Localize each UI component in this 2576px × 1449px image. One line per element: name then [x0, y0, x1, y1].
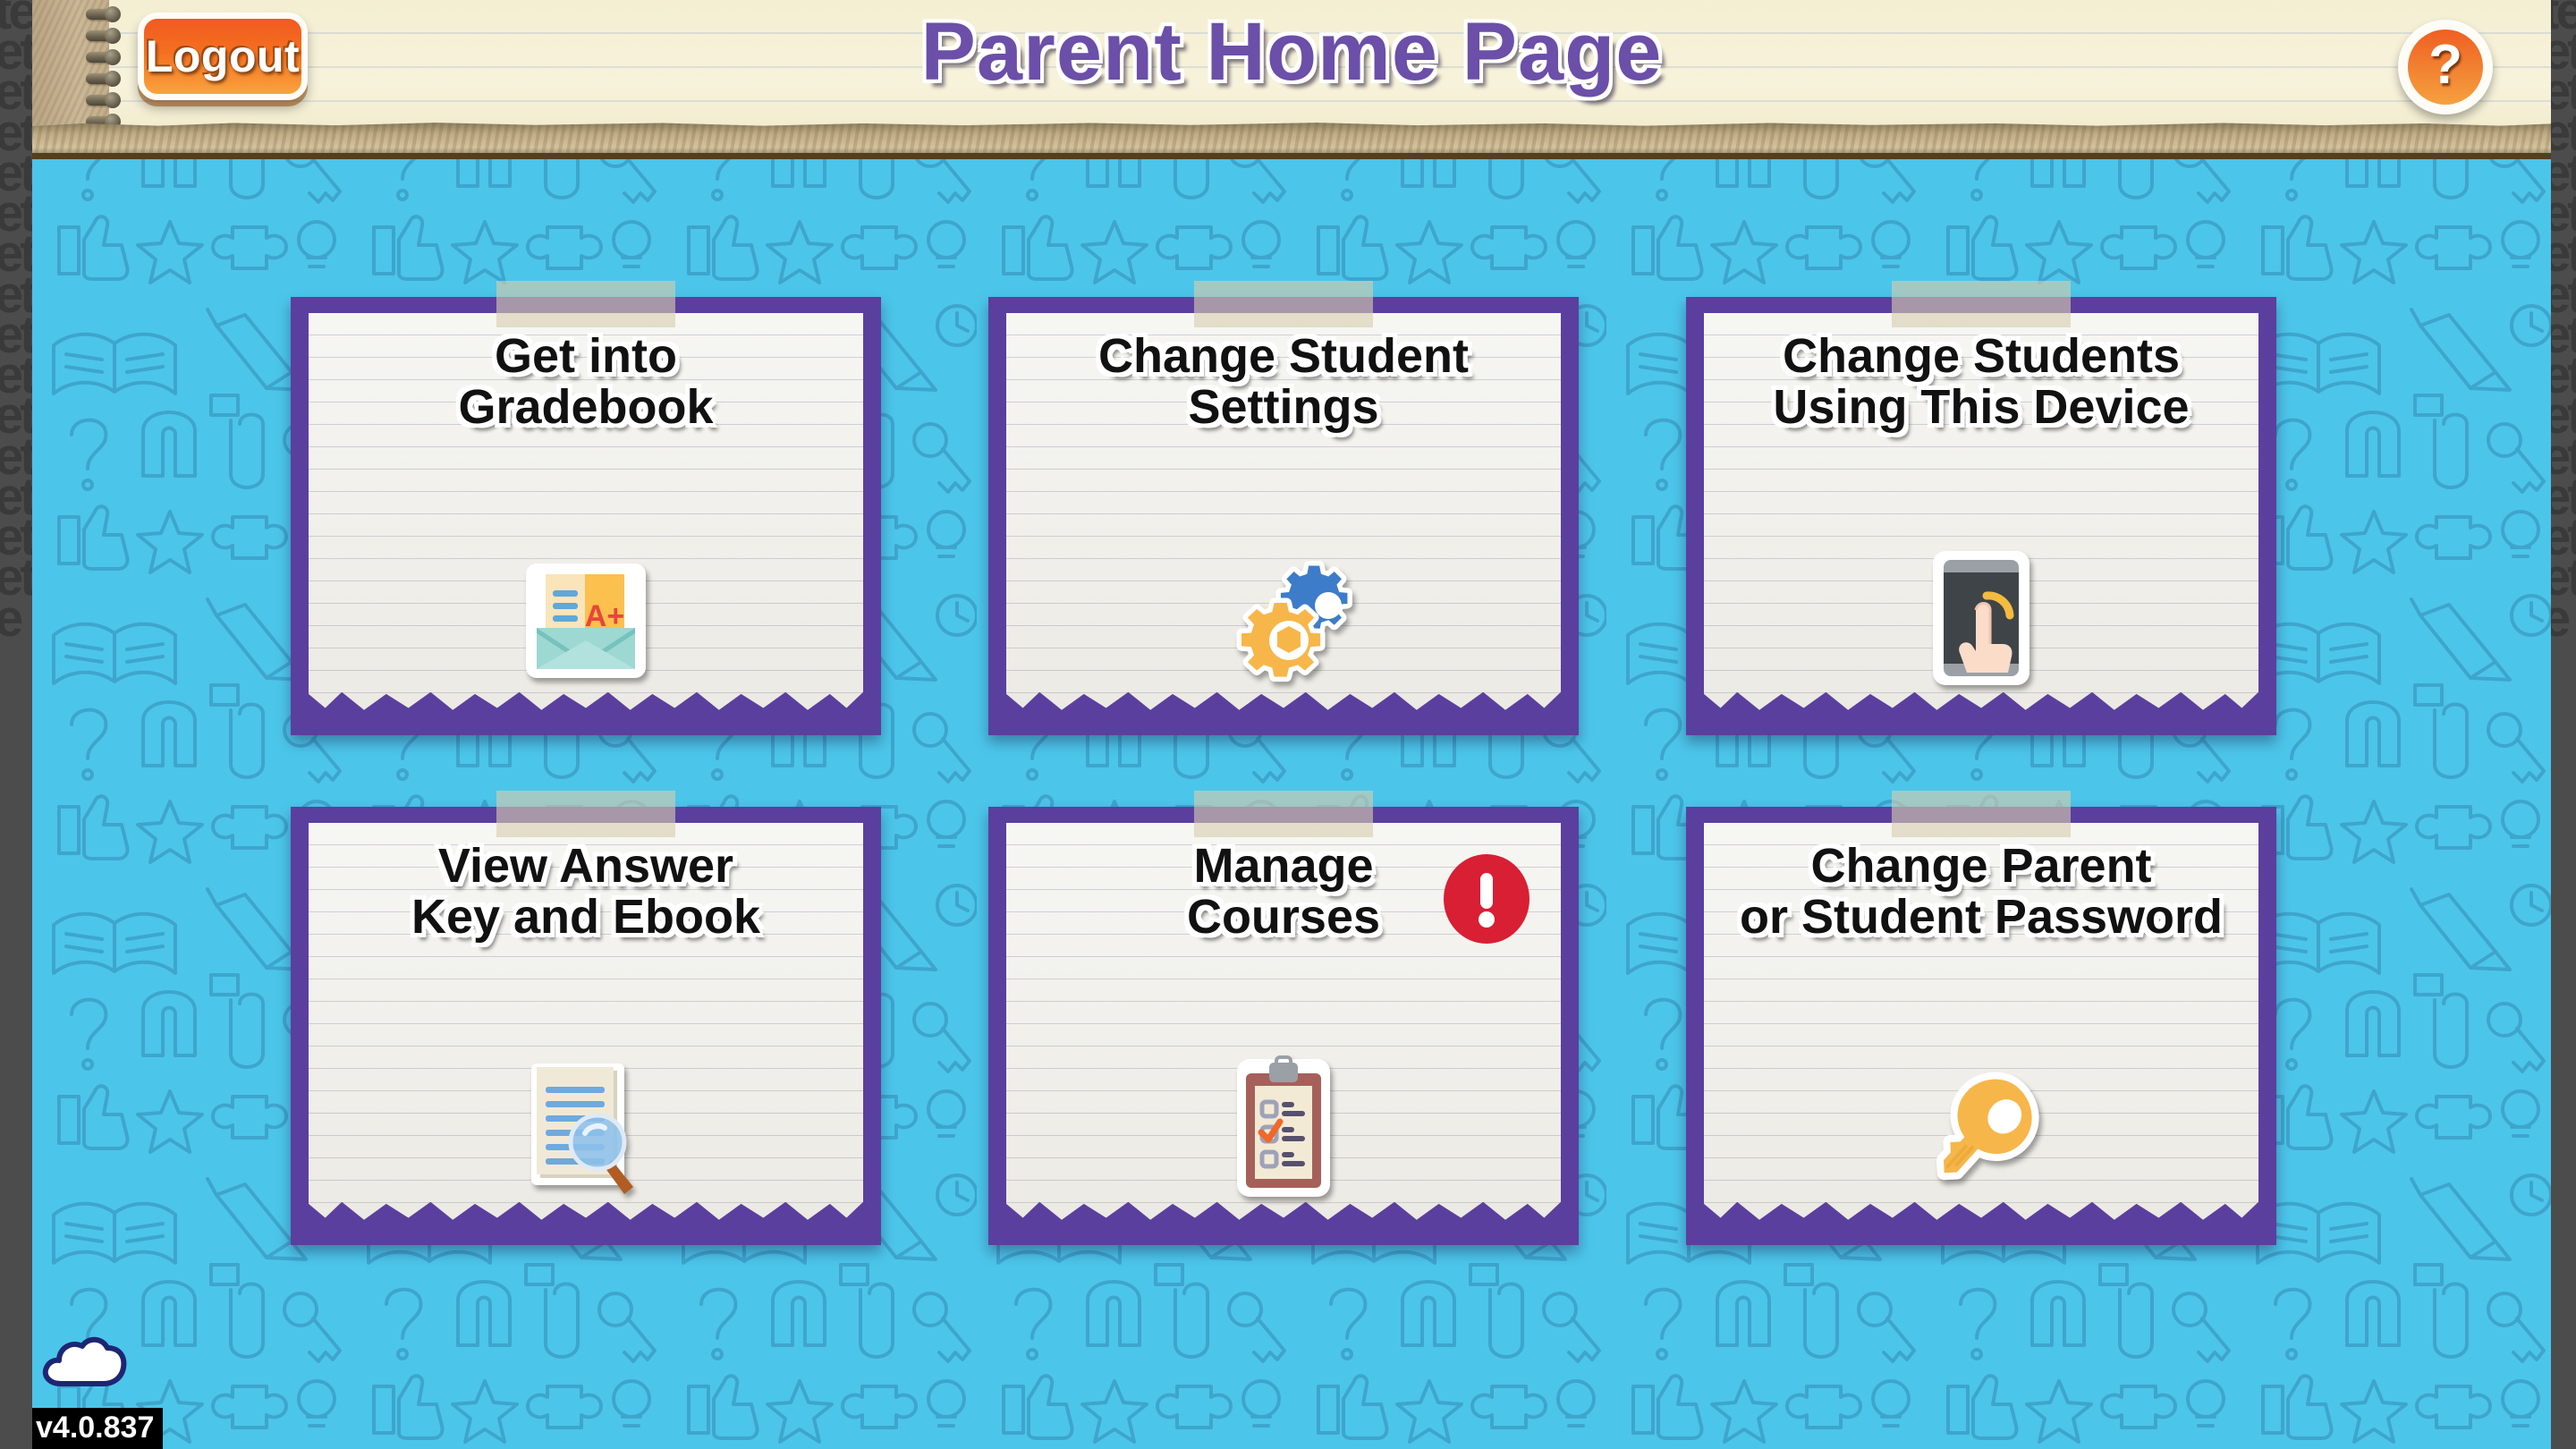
- document-magnifier-icon: [291, 1043, 881, 1213]
- card-title: Change Students Using This Device: [1773, 329, 2190, 435]
- card-title: View Answer Key and Ebook: [411, 839, 761, 945]
- card-title: Change Student Settings: [1098, 329, 1469, 435]
- card-manage-courses[interactable]: Manage Courses: [988, 791, 1579, 1245]
- letterbox-left-text: tetetetetetetetetetetetetetetete: [0, 0, 32, 648]
- tape-strip: [496, 281, 675, 327]
- gradebook-envelope-icon: A+: [291, 533, 881, 703]
- card-title: Change Parent or Student Password: [1739, 839, 2224, 945]
- tape-strip: [1194, 281, 1373, 327]
- tape-strip: [1892, 791, 2071, 837]
- letterbox-right: tetetetetetetetetetetetetetetete: [2551, 0, 2576, 1449]
- gears-icon: [988, 533, 1579, 703]
- card-change-student-settings[interactable]: Change Student Settings: [988, 281, 1579, 735]
- tape-strip: [1194, 791, 1373, 837]
- card-change-password[interactable]: Change Parent or Student Password: [1686, 791, 2276, 1245]
- cloud-icon[interactable]: [39, 1332, 129, 1395]
- question-mark-icon: ?: [2408, 30, 2483, 105]
- header-bottom-rule: [32, 153, 2551, 159]
- letterbox-right-text: tetetetetetetetetetetetetetetete: [2551, 0, 2576, 648]
- card-get-into-gradebook[interactable]: Get into Gradebook A+: [291, 281, 881, 735]
- card-view-answer-key-and-ebook[interactable]: View Answer Key and Ebook: [291, 791, 881, 1245]
- alert-badge: [1441, 853, 1532, 945]
- card-title: Get into Gradebook: [458, 329, 714, 435]
- tape-strip: [1892, 281, 2071, 327]
- app-screen: Parent Home Page Logout ? Get into Grade…: [0, 0, 2576, 1449]
- tape-strip: [496, 791, 675, 837]
- clipboard-checklist-icon: [988, 1043, 1579, 1213]
- version-label: v4.0.837: [27, 1408, 164, 1449]
- app-header: Parent Home Page Logout ?: [32, 0, 2551, 159]
- logout-button[interactable]: Logout: [138, 13, 308, 100]
- letterbox-left: tetetetetetetetetetetetetetetete: [0, 0, 32, 1449]
- page-title: Parent Home Page: [920, 6, 1663, 97]
- logout-button-label: Logout: [145, 31, 301, 81]
- help-button[interactable]: ?: [2398, 20, 2493, 114]
- card-change-students-using-device[interactable]: Change Students Using This Device: [1686, 281, 2276, 735]
- help-button-label: ?: [2428, 34, 2462, 96]
- tablet-tap-icon: [1686, 533, 2276, 703]
- key-icon: [1686, 1043, 2276, 1213]
- menu-card-grid: Get into Gradebook A+ Change Student Set…: [291, 281, 2294, 1274]
